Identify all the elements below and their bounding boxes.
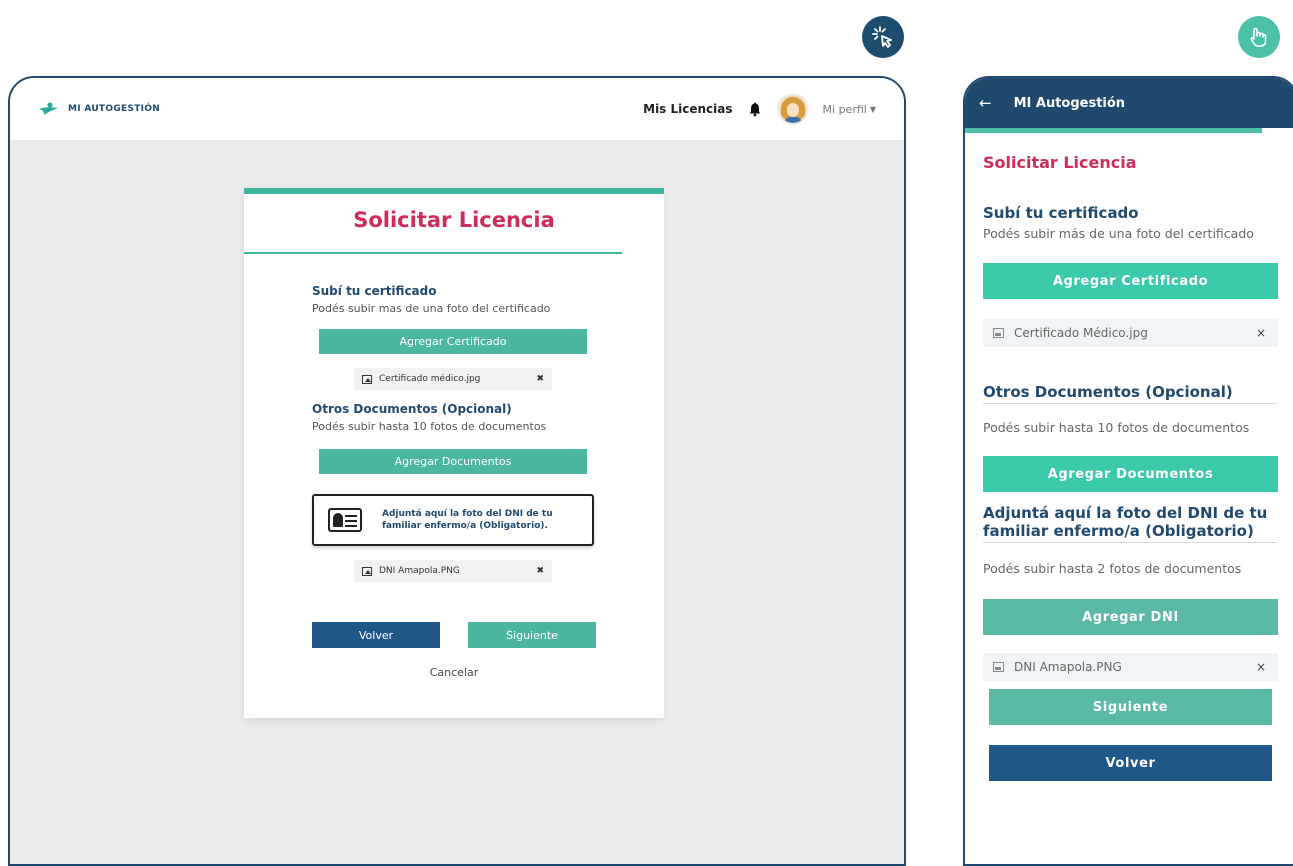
mobile-dni-description: Podés subir hasta 2 fotos de documentos <box>983 561 1242 576</box>
mobile-add-dni-button[interactable]: Agregar DNI <box>983 599 1278 635</box>
cert-description: Podés subir mas de una foto del certific… <box>312 302 551 315</box>
mobile-docs-description: Podés subir hasta 10 fotos de documentos <box>983 420 1250 435</box>
image-file-icon <box>362 374 372 384</box>
id-card-icon <box>328 508 362 532</box>
caret-down-icon: ▼ <box>869 104 876 114</box>
add-certificate-button[interactable]: Agregar Certificado <box>319 329 587 354</box>
mobile-app-bar: ← MI Autogestión <box>965 78 1293 128</box>
profile-menu[interactable]: Mi perfil ▼ <box>823 103 876 116</box>
avatar[interactable] <box>776 93 809 125</box>
touch-hand-icon <box>1238 16 1280 58</box>
certificate-file-chip: Certificado médico.jpg ✖ <box>354 368 552 390</box>
page-title: Solicitar Licencia <box>353 208 555 232</box>
docs-description: Podés subir hasta 10 fotos de documentos <box>312 420 547 433</box>
mobile-dni-file-name: DNI Amapola.PNG <box>1014 660 1122 674</box>
mobile-certificate-file-name: Certificado Médico.jpg <box>1014 326 1148 340</box>
certificate-file-name: Certificado médico.jpg <box>379 374 481 384</box>
top-navbar: MI AUTOGESTIÓN Mis Licencias Mi perfil ▼ <box>10 78 904 140</box>
dni-file-name: DNI Amapola.PNG <box>379 566 460 576</box>
cancel-link[interactable]: Cancelar <box>312 666 596 679</box>
mobile-next-button[interactable]: Siguiente <box>989 689 1272 725</box>
nav-mis-licencias[interactable]: Mis Licencias <box>643 102 732 116</box>
mobile-add-documents-button[interactable]: Agregar Documentos <box>983 456 1278 492</box>
mobile-dni-heading: Adjuntá aquí la foto del DNI de tu famil… <box>983 504 1277 543</box>
next-button[interactable]: Siguiente <box>468 622 596 648</box>
remove-file-icon[interactable]: ✖ <box>536 374 544 384</box>
mobile-dni-file-chip: DNI Amapola.PNG × <box>983 653 1278 681</box>
remove-file-icon[interactable]: × <box>1256 326 1266 340</box>
mobile-cert-description: Podés subir más de una foto del certific… <box>983 226 1254 241</box>
bell-icon[interactable] <box>747 101 763 117</box>
app-bar-title: MI Autogestión <box>1013 95 1126 111</box>
mobile-back-button[interactable]: Volver <box>989 745 1272 781</box>
dni-notice-text: Adjuntá aquí la foto del DNI de tu famil… <box>382 509 553 531</box>
solicitar-licencia-card: Solicitar Licencia Subí tu certificado P… <box>244 188 664 718</box>
brand[interactable]: MI AUTOGESTIÓN <box>38 102 160 116</box>
desktop-frame: MI AUTOGESTIÓN Mis Licencias Mi perfil ▼… <box>8 76 906 866</box>
image-file-icon <box>993 328 1004 338</box>
profile-label: Mi perfil <box>822 102 867 116</box>
docs-heading: Otros Documentos (Opcional) <box>312 402 512 416</box>
back-arrow-icon[interactable]: ← <box>979 94 992 112</box>
brand-name: MI AUTOGESTIÓN <box>68 104 161 114</box>
brand-logo-icon <box>39 102 58 115</box>
image-file-icon <box>993 662 1004 672</box>
click-cursor-icon <box>862 16 904 58</box>
add-documents-button[interactable]: Agregar Documentos <box>319 449 587 474</box>
remove-file-icon[interactable]: ✖ <box>536 566 544 576</box>
back-button[interactable]: Volver <box>312 622 440 648</box>
mobile-certificate-file-chip: Certificado Médico.jpg × <box>983 319 1278 347</box>
mobile-page-title: Solicitar Licencia <box>983 153 1137 172</box>
mobile-docs-heading: Otros Documentos (Opcional) <box>983 383 1277 404</box>
mobile-cert-heading: Subí tu certificado <box>983 204 1139 222</box>
mobile-add-certificate-button[interactable]: Agregar Certificado <box>983 263 1278 299</box>
progress-strip <box>965 128 1262 133</box>
image-file-icon <box>362 566 372 576</box>
dni-file-chip: DNI Amapola.PNG ✖ <box>354 560 552 582</box>
mobile-frame: ← MI Autogestión Solicitar Licencia Subí… <box>963 76 1293 866</box>
remove-file-icon[interactable]: × <box>1256 660 1266 674</box>
dni-notice: Adjuntá aquí la foto del DNI de tu famil… <box>312 494 594 546</box>
cert-heading: Subí tu certificado <box>312 284 437 298</box>
